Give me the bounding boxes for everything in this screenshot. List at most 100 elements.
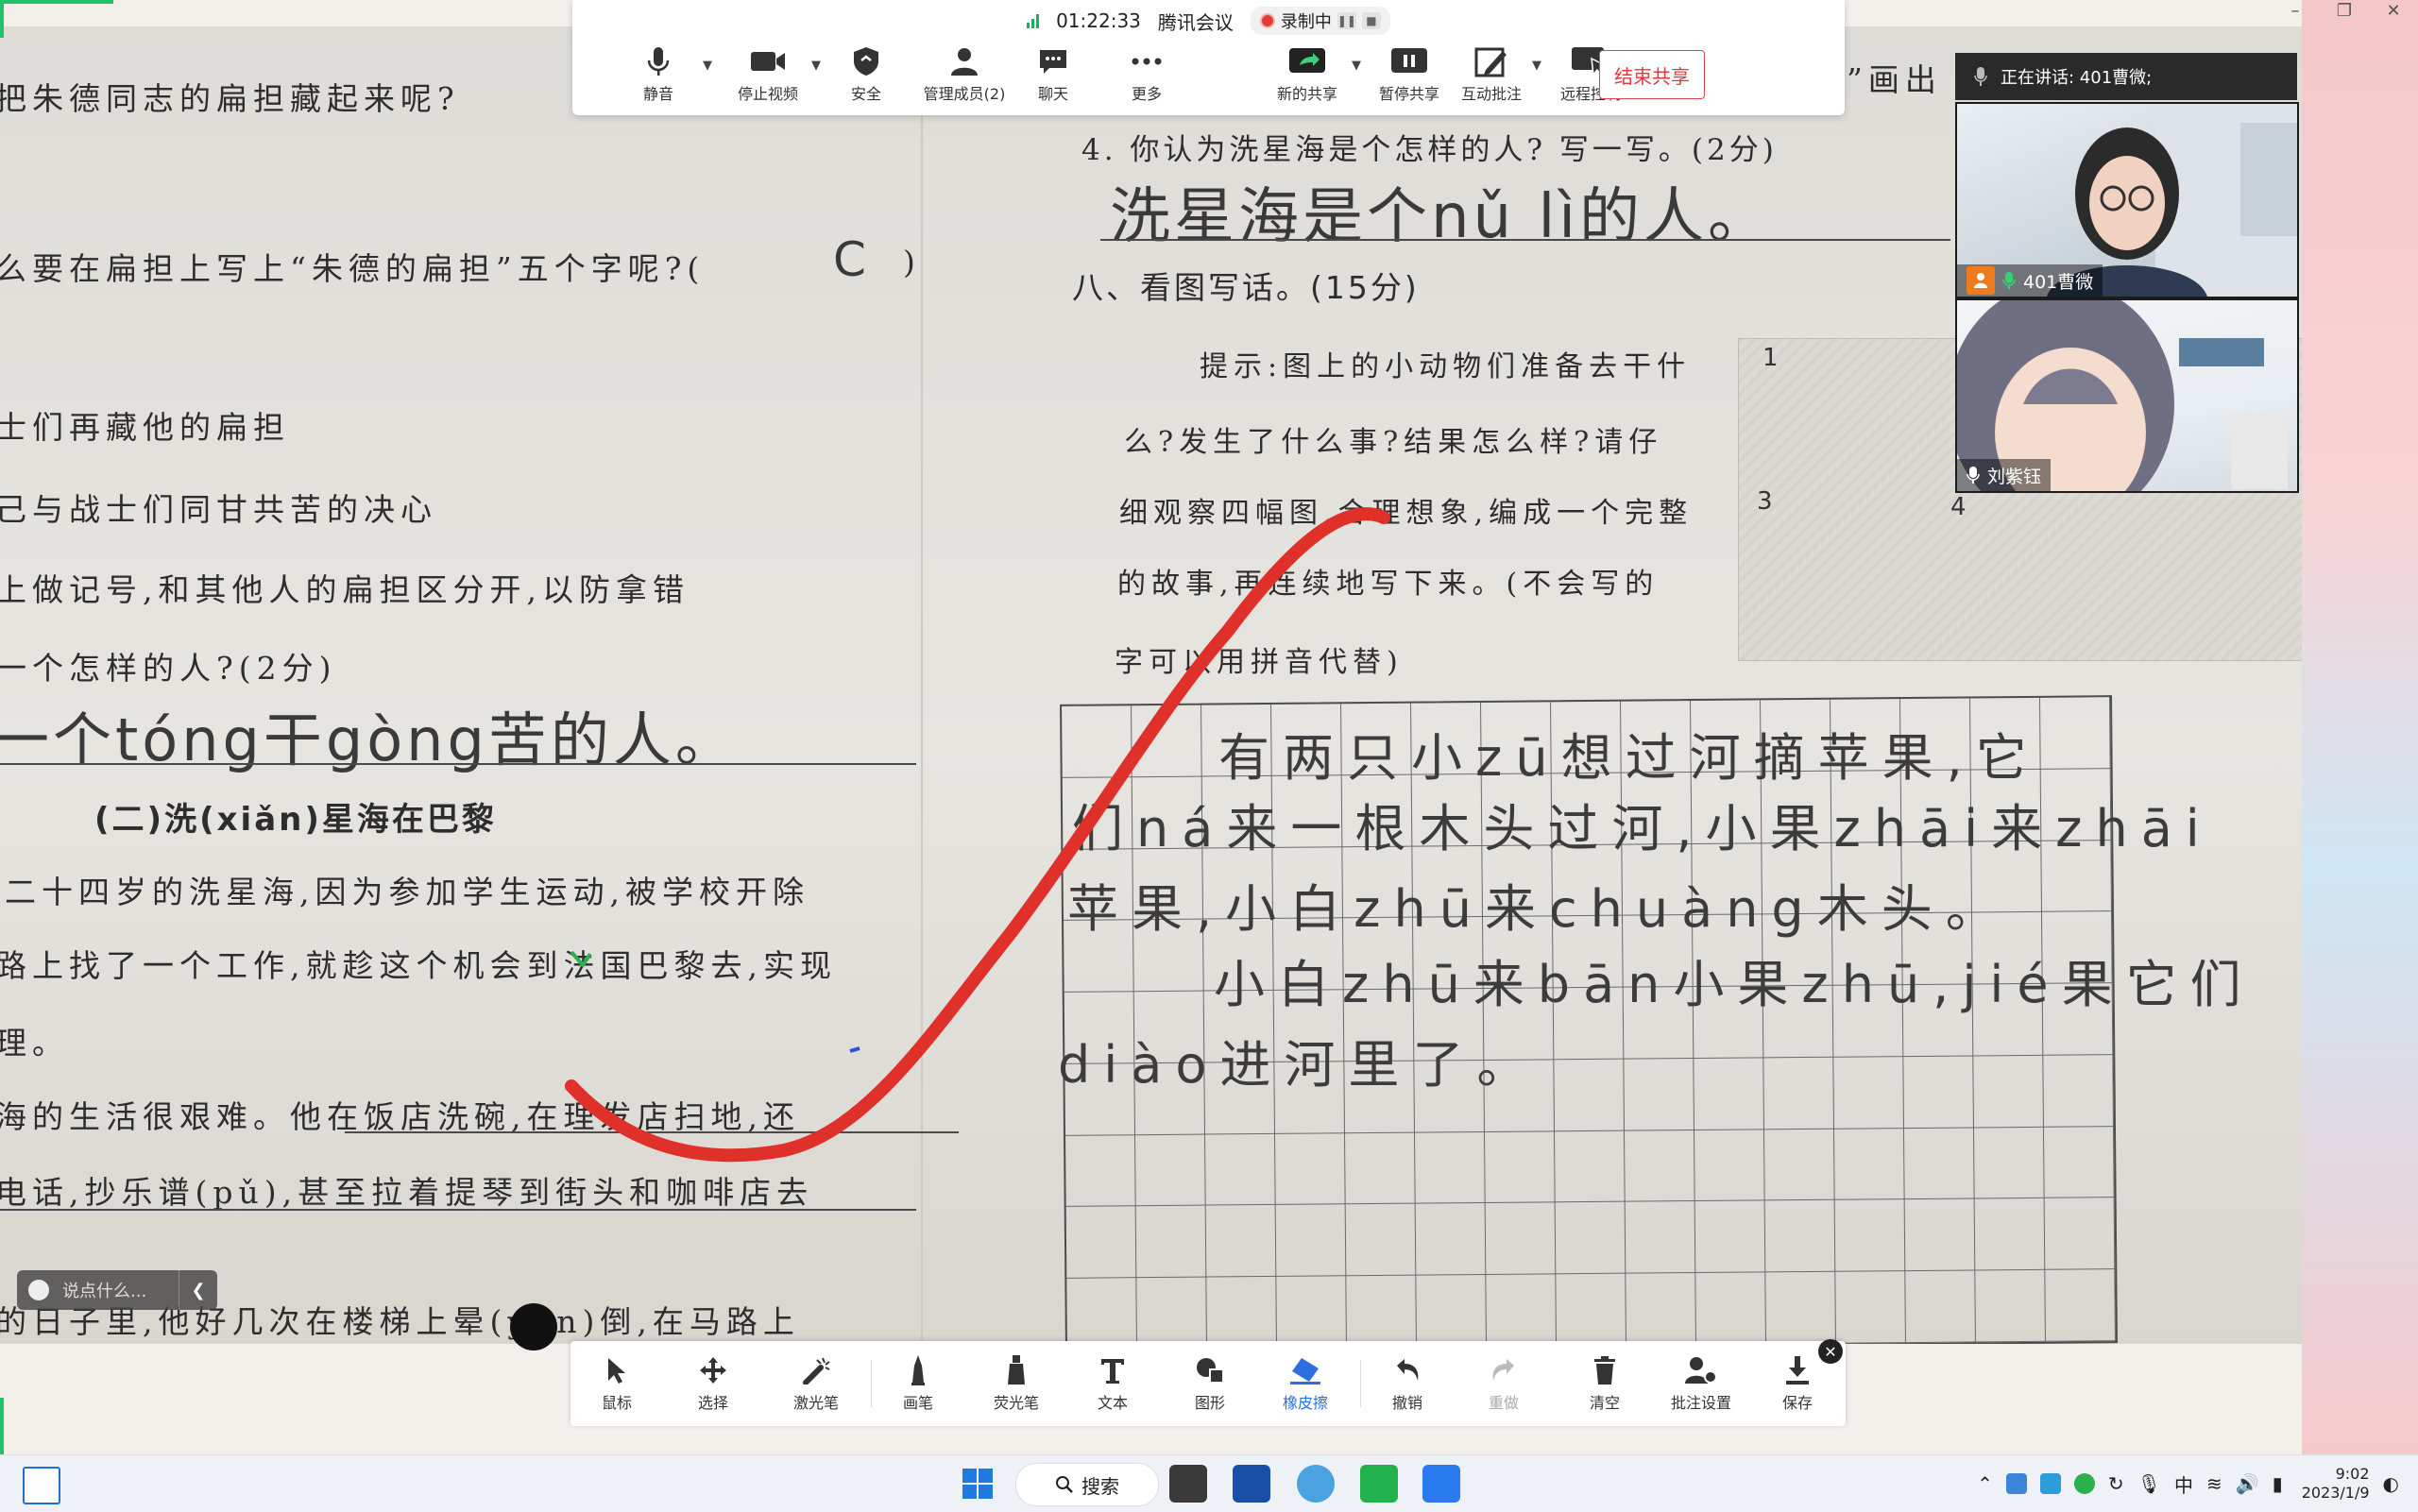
clock-time: 9:02 (2335, 1465, 2370, 1483)
wechat-icon[interactable] (1360, 1465, 1398, 1503)
search-label: 搜索 (1081, 1474, 1119, 1498)
browser-icon[interactable] (1297, 1465, 1335, 1503)
chevron-down-icon[interactable]: ▼ (1529, 59, 1544, 74)
microphone-icon (1967, 467, 1980, 484)
host-badge-icon (1967, 266, 1995, 295)
minimize-icon[interactable]: – (2271, 0, 2320, 21)
redo-icon (1490, 1351, 1518, 1390)
tool-select[interactable]: 选择 (671, 1351, 756, 1424)
tool-text[interactable]: 文本 (1070, 1351, 1155, 1424)
toolbar-divider (871, 1360, 872, 1407)
tool-shapes[interactable]: 图形 (1167, 1351, 1252, 1424)
stop-recording-icon[interactable]: ■ (1361, 12, 1381, 29)
participant-name-tag: 刘紫钰 (1957, 459, 2052, 491)
tray-security-icon[interactable] (2039, 1473, 2061, 1494)
recording-badge[interactable]: 录制中 ❚❚ ■ (1250, 7, 1390, 35)
share-icon (1288, 45, 1326, 77)
meeting-toolbar: 01:22:33 腾讯会议 录制中 ❚❚ ■ 静音 ▼ 停止视频 ▼ 安全 管理… (572, 0, 1845, 115)
move-icon (699, 1351, 727, 1390)
tool-clear[interactable]: 清空 (1562, 1351, 1647, 1424)
file-explorer-icon[interactable] (1169, 1465, 1207, 1503)
close-icon[interactable]: ✕ (2369, 0, 2418, 21)
red-annotation-stroke (565, 507, 1390, 1163)
participant-name: 401曹微 (2023, 271, 2094, 293)
annotate-icon (1474, 45, 1508, 77)
annotation-settings-icon (1684, 1351, 1718, 1390)
video-tile-participant[interactable]: 刘紫钰 (1955, 298, 2299, 493)
close-annotation-icon[interactable]: ✕ (1818, 1339, 1843, 1364)
more-icon (1131, 45, 1163, 77)
windows-start-icon[interactable] (959, 1465, 996, 1503)
store-icon[interactable] (1233, 1465, 1270, 1503)
signal-strength-icon (1027, 13, 1040, 28)
meeting-duration: 01:22:33 (1056, 9, 1141, 32)
clock[interactable]: 9:02 2023/1/9 (2302, 1465, 2370, 1503)
tool-label: 批注设置 (1670, 1394, 1731, 1412)
stop-video-button[interactable]: 停止视频 (723, 45, 813, 111)
more-button[interactable]: 更多 (1101, 45, 1192, 111)
interactive-annotation-button[interactable]: 互动批注 (1446, 45, 1537, 111)
participant-name: 刘紫钰 (1987, 466, 2042, 487)
end-share-button[interactable]: 结束共享 (1599, 50, 1705, 99)
chevron-down-icon[interactable]: ▼ (1349, 59, 1364, 74)
chat-label: 聊天 (1037, 85, 1068, 103)
ime-indicator[interactable]: 中 (2174, 1470, 2193, 1498)
chevron-up-icon[interactable]: ⌃ (1977, 1472, 1993, 1495)
tool-annotation-settings[interactable]: 批注设置 (1659, 1351, 1744, 1424)
volume-icon[interactable]: 🔊 (2236, 1472, 2259, 1495)
manage-members-button[interactable]: 管理成员(2) (912, 45, 1016, 111)
tool-pen[interactable]: 画笔 (876, 1351, 961, 1424)
tool-label: 文本 (1097, 1394, 1128, 1412)
search-icon (1056, 1476, 1073, 1493)
chevron-left-icon[interactable]: ❮ (179, 1270, 217, 1310)
tool-label: 鼠标 (601, 1394, 632, 1412)
tencent-meeting-icon[interactable] (1422, 1465, 1460, 1503)
new-share-label: 新的共享 (1276, 85, 1337, 103)
security-button[interactable]: 安全 (821, 45, 911, 111)
pause-share-button[interactable]: 暂停共享 (1364, 45, 1455, 111)
mute-label: 静音 (642, 85, 673, 103)
clock-date: 2023/1/9 (2301, 1484, 2370, 1502)
save-icon (1784, 1351, 1811, 1390)
video-tile-host[interactable]: 401曹微 (1955, 102, 2299, 298)
shapes-icon (1195, 1351, 1225, 1390)
task-view-app-icon[interactable] (23, 1467, 60, 1504)
tool-redo[interactable]: 重做 (1461, 1351, 1546, 1424)
tool-label: 画笔 (902, 1394, 933, 1412)
laser-pointer-icon (800, 1351, 832, 1390)
pause-recording-icon[interactable]: ❚❚ (1337, 12, 1356, 29)
pause-share-label: 暂停共享 (1378, 85, 1439, 103)
tool-laser[interactable]: 激光笔 (774, 1351, 859, 1424)
tray-app-icon[interactable] (2005, 1473, 2027, 1494)
chat-button[interactable]: 聊天 (1008, 45, 1098, 111)
chevron-down-icon[interactable]: ▼ (700, 59, 715, 74)
tool-mouse[interactable]: 鼠标 (574, 1351, 659, 1424)
wifi-icon[interactable]: ≋ (2206, 1472, 2222, 1495)
chat-input[interactable]: 说点什么... ❮ (17, 1270, 217, 1310)
tool-label: 图形 (1194, 1394, 1225, 1412)
mute-button[interactable]: 静音 (613, 45, 704, 111)
new-share-button[interactable]: 新的共享 (1262, 45, 1353, 111)
windows-taskbar: 搜索 ⌃ ↻ 🎙 中 ≋ 🔊 ▮ 9:02 2023/1/9 ◐ (0, 1454, 2418, 1512)
tool-label: 重做 (1488, 1394, 1519, 1412)
notification-icon[interactable]: ◐ (2383, 1472, 2399, 1495)
tray-app-icon[interactable] (2073, 1473, 2095, 1494)
tool-eraser[interactable]: 橡皮擦 (1263, 1351, 1348, 1424)
tool-highlighter[interactable]: 荧光笔 (974, 1351, 1059, 1424)
speaking-label: 正在讲话: 401曹微; (2001, 68, 2153, 88)
interactive-annotation-label: 互动批注 (1460, 85, 1522, 103)
tool-undo[interactable]: 撤销 (1365, 1351, 1450, 1424)
taskbar-search[interactable]: 搜索 (1015, 1463, 1159, 1506)
restore-icon[interactable]: ❐ (2320, 0, 2369, 21)
sync-icon[interactable]: ↻ (2108, 1472, 2124, 1495)
pen-icon (909, 1351, 928, 1390)
battery-icon[interactable]: ▮ (2273, 1472, 2283, 1495)
blue-annotation-mark (849, 1046, 860, 1053)
participant-name-tag: 401曹微 (1957, 264, 2103, 297)
recording-label: 录制中 (1280, 12, 1332, 32)
toolbar-divider (1360, 1360, 1361, 1407)
emoji-icon[interactable] (28, 1280, 49, 1300)
desktop-wallpaper-right (2302, 0, 2418, 1454)
microphone-icon[interactable]: 🎙 (2137, 1472, 2161, 1495)
tool-label: 清空 (1589, 1394, 1620, 1412)
